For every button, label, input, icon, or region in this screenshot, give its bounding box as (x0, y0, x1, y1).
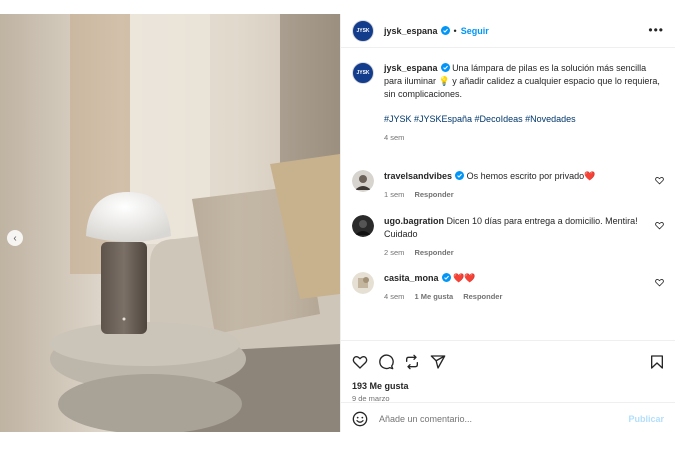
avatar[interactable] (352, 272, 374, 294)
separator-dot: • (453, 25, 457, 36)
post-actions: 193 Me gusta 9 de marzo (341, 340, 675, 403)
caption: JYSK jysk_espana Una lámpara de pilas es… (352, 62, 662, 142)
repost-icon[interactable] (404, 354, 420, 370)
comment-item: travelsandvibes Os hemos escrito por pri… (352, 170, 662, 199)
comment-composer: Publicar (341, 402, 675, 434)
emoji-icon[interactable] (352, 411, 368, 427)
comment-time: 2 sem (384, 248, 405, 257)
more-options-icon[interactable]: ••• (648, 24, 664, 36)
chevron-left-icon: ‹ (13, 232, 17, 244)
verified-badge-icon (440, 63, 450, 72)
reply-button[interactable]: Responder (414, 248, 453, 257)
publish-button[interactable]: Publicar (628, 414, 664, 424)
comment-username[interactable]: ugo.bagration (384, 216, 444, 226)
comments-list[interactable]: JYSK jysk_espana Una lámpara de pilas es… (341, 48, 675, 340)
comment-time: 4 sem (384, 292, 405, 301)
verified-badge-icon (441, 273, 451, 282)
verified-badge-icon (455, 171, 465, 180)
save-bookmark-icon[interactable] (649, 354, 665, 370)
like-comment-heart-icon[interactable] (655, 176, 664, 185)
caption-username[interactable]: jysk_espana (384, 63, 438, 73)
lamp-photo-illustration (0, 14, 340, 432)
comment-item: ugo.bagration Dicen 10 días para entrega… (352, 215, 662, 257)
comment-text: Os hemos escrito por privado❤️ (466, 171, 596, 181)
comment-time: 1 sem (384, 190, 405, 199)
comment-text: ❤️❤️ (453, 273, 476, 283)
comment-item: casita_mona ❤️❤️ 4 sem 1 Me gusta Respon… (352, 272, 662, 301)
comment-bubble-icon[interactable] (378, 354, 394, 370)
like-comment-heart-icon[interactable] (655, 221, 664, 230)
follow-button[interactable]: Seguir (461, 26, 489, 36)
comment-username[interactable]: travelsandvibes (384, 171, 452, 181)
comment-likes[interactable]: 1 Me gusta (414, 292, 453, 301)
avatar[interactable] (352, 170, 374, 192)
author-username[interactable]: jysk_espana (384, 26, 438, 36)
like-comment-heart-icon[interactable] (655, 278, 664, 287)
avatar-logo-text: JYSK (356, 70, 370, 76)
avatar-logo-text: JYSK (356, 27, 370, 34)
reply-button[interactable]: Responder (414, 190, 453, 199)
share-send-icon[interactable] (430, 354, 446, 370)
verified-badge-icon (440, 26, 450, 35)
avatar[interactable]: JYSK (352, 62, 374, 84)
avatar[interactable]: JYSK (352, 19, 374, 42)
hashtags[interactable]: #JYSK #JYSKEspaña #DecoIdeas #Novedades (384, 113, 662, 126)
reply-button[interactable]: Responder (463, 292, 502, 301)
comment-input[interactable] (379, 413, 629, 424)
avatar[interactable] (352, 215, 374, 237)
comment-username[interactable]: casita_mona (384, 273, 439, 283)
like-heart-icon[interactable] (352, 354, 368, 370)
post-panel: JYSK jysk_espana • Seguir ••• JYSK jysk_… (340, 14, 675, 432)
carousel-prev-button[interactable]: ‹ (7, 230, 23, 246)
post-image[interactable]: ‹ (0, 14, 340, 432)
post-header: JYSK jysk_espana • Seguir ••• (341, 14, 675, 48)
caption-time: 4 sem (384, 133, 405, 142)
likes-count[interactable]: 193 Me gusta (352, 381, 409, 391)
